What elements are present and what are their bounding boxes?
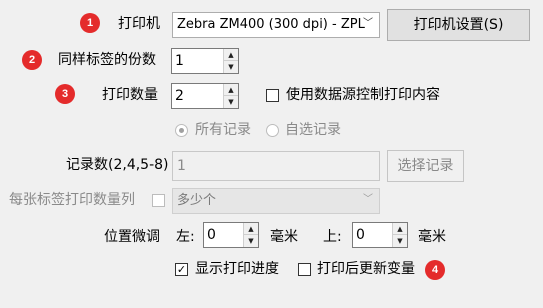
per-label-column-label: 每张标签打印数量列 (9, 192, 135, 208)
offset-top-label: 上: (323, 229, 342, 245)
callout-badge-2: 2 (22, 50, 42, 70)
custom-records-radio[interactable] (266, 124, 279, 137)
printer-select-value: Zebra ZM400 (300 dpi) - ZPL (177, 17, 365, 32)
triangle-down-icon[interactable]: ▼ (393, 235, 407, 247)
all-records-label[interactable]: 所有记录 (195, 120, 251, 140)
record-count-input[interactable]: 1 (172, 151, 380, 181)
datasource-checkbox-label[interactable]: 使用数据源控制打印内容 (286, 85, 440, 105)
per-label-column-checkbox[interactable] (152, 194, 165, 207)
triangle-up-icon[interactable]: ▲ (224, 49, 238, 61)
triangle-down-icon[interactable]: ▼ (224, 96, 238, 108)
callout-badge-3: 3 (55, 84, 75, 104)
triangle-down-icon[interactable]: ▼ (224, 61, 238, 73)
triangle-up-icon[interactable]: ▲ (244, 223, 258, 235)
offset-label: 位置微调 (104, 229, 160, 245)
quantity-stepper[interactable]: 2 ▲ ▼ (171, 83, 239, 109)
radio-dot-icon (179, 128, 184, 133)
offset-top-value: 0 (356, 227, 365, 243)
offset-top-stepper[interactable]: 0 ▲ ▼ (352, 222, 408, 248)
triangle-up-icon[interactable]: ▲ (224, 84, 238, 96)
update-vars-checkbox[interactable] (298, 263, 311, 276)
custom-records-label[interactable]: 自选记录 (285, 120, 341, 140)
check-icon: ✓ (176, 263, 187, 276)
all-records-radio[interactable] (175, 124, 188, 137)
update-vars-label[interactable]: 打印后更新变量 (317, 259, 415, 279)
quantity-label: 打印数量 (102, 87, 158, 103)
copies-label: 同样标签的份数 (58, 52, 156, 68)
record-count-label: 记录数(2,4,5-8) (66, 157, 169, 173)
chevron-down-icon: ﹀ (363, 194, 373, 205)
printer-settings-button[interactable]: 打印机设置(S) (387, 9, 530, 41)
chevron-down-icon: ﹀ (363, 18, 373, 29)
copies-value: 1 (175, 53, 184, 69)
per-label-column-value: 多少个 (177, 193, 217, 208)
offset-left-unit: 毫米 (270, 229, 298, 245)
offset-top-unit: 毫米 (418, 229, 446, 245)
offset-left-label: 左: (176, 229, 195, 245)
quantity-value: 2 (175, 88, 184, 104)
callout-badge-1: 1 (80, 13, 100, 33)
datasource-checkbox[interactable] (266, 89, 279, 102)
show-progress-checkbox[interactable]: ✓ (175, 263, 188, 276)
triangle-up-icon[interactable]: ▲ (393, 223, 407, 235)
offset-left-stepper[interactable]: 0 ▲ ▼ (203, 222, 259, 248)
record-count-value: 1 (177, 158, 186, 174)
offset-left-value: 0 (207, 227, 216, 243)
per-label-column-select[interactable]: 多少个 ﹀ (172, 188, 380, 214)
show-progress-label[interactable]: 显示打印进度 (195, 259, 279, 279)
select-records-button[interactable]: 选择记录 (387, 150, 464, 182)
copies-stepper[interactable]: 1 ▲ ▼ (171, 48, 239, 74)
triangle-down-icon[interactable]: ▼ (244, 235, 258, 247)
callout-badge-4: 4 (425, 260, 445, 280)
printer-label: 打印机 (118, 16, 160, 32)
printer-select[interactable]: Zebra ZM400 (300 dpi) - ZPL ﹀ (172, 12, 380, 38)
